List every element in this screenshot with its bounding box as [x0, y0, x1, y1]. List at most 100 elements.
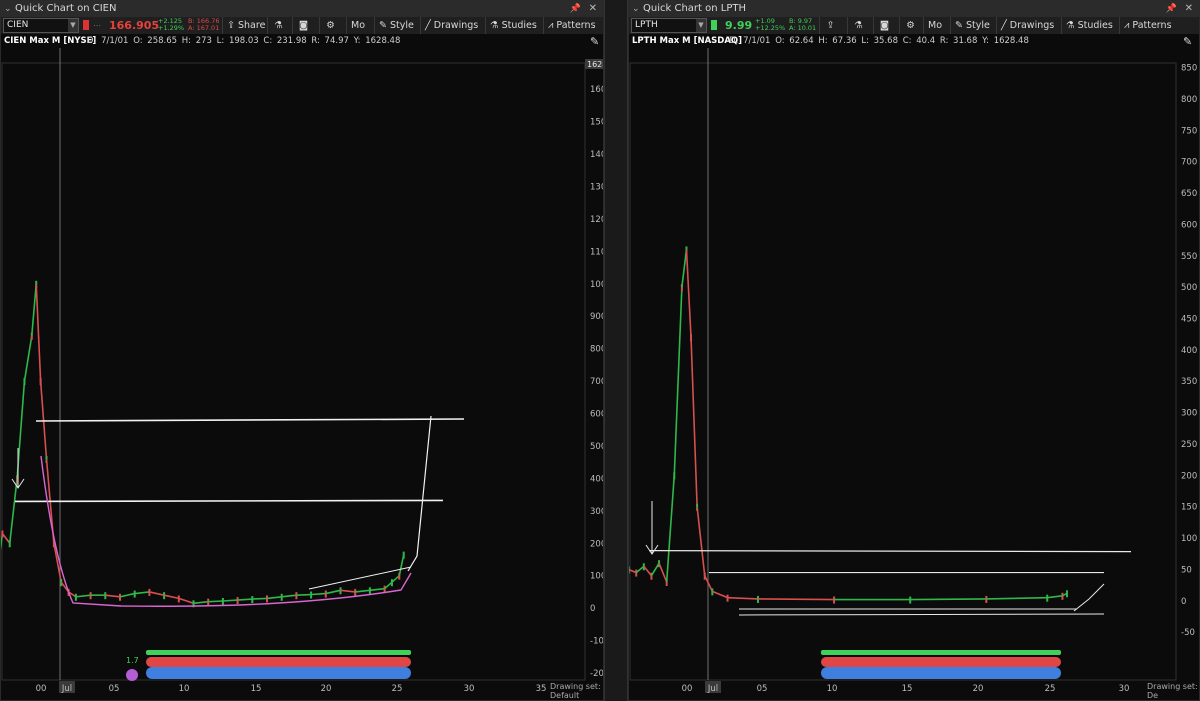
x-tick-label: 15 [902, 684, 913, 694]
plot-area [1, 62, 586, 681]
price-segment [391, 575, 400, 583]
price-bar [635, 569, 638, 577]
price-segment [384, 581, 393, 590]
resistance-line [35, 418, 465, 422]
y-tick-label: 100 [1181, 534, 1197, 544]
projection-line [407, 415, 432, 572]
price-segment [193, 600, 209, 605]
events-bar-blue [146, 667, 411, 679]
y-tick-label: 0 [1181, 597, 1186, 607]
price-segment [1047, 594, 1063, 599]
y-tick-label: 500 [590, 442, 604, 452]
price-segment [237, 598, 253, 601]
price-segment [119, 592, 135, 598]
price-segment [704, 575, 714, 592]
y-tick-label: 1000 [590, 280, 604, 290]
price-segment [296, 593, 312, 596]
y-tick-label: 150 [1181, 503, 1197, 513]
price-segment [35, 283, 42, 382]
y-tick-label: 200 [590, 539, 604, 549]
x-tick-label: Jul [61, 684, 72, 694]
y-tick-label: -50 [1181, 628, 1195, 638]
x-tick-label: 20 [321, 684, 332, 694]
y-tick-label: 250 [1181, 440, 1197, 450]
y-tick-label: 1200 [590, 215, 604, 225]
price-segment [1, 533, 11, 544]
y-tick-label: 700 [590, 377, 604, 387]
price-segment [712, 590, 728, 599]
price-bar [1066, 590, 1069, 598]
price-segment [325, 589, 341, 595]
marker-label: 1.7 [126, 656, 139, 665]
price-segment [8, 478, 18, 544]
y-tick-label: 750 [1181, 126, 1197, 136]
price-segment [986, 596, 1048, 600]
price-bar [402, 551, 405, 559]
price-segment [149, 591, 165, 596]
y-tick-label: 300 [1181, 409, 1197, 419]
x-tick-label: 00 [36, 684, 47, 694]
price-segment [643, 565, 653, 577]
price-segment [105, 594, 121, 598]
y-tick-label: 450 [1181, 314, 1197, 324]
y-tick-label: 350 [1181, 377, 1197, 387]
x-tick-label: 05 [109, 684, 120, 694]
y-tick-label: 1600 [590, 85, 604, 95]
curve-line [40, 455, 412, 607]
panel-divider[interactable] [604, 0, 628, 701]
y-tick-label: 0 [590, 604, 595, 614]
price-segment [31, 283, 38, 336]
support-line [14, 499, 444, 503]
y-tick-label: 900 [590, 312, 604, 322]
y-tick-label: 50 [1181, 565, 1192, 575]
x-tick-label: 05 [757, 684, 768, 694]
price-chart[interactable]: 1600150014001300120011001000900800700600… [1, 1, 604, 701]
x-tick-label: 10 [179, 684, 190, 694]
resistance-line [648, 550, 1132, 553]
split-marker-icon [126, 669, 138, 681]
y-tick-label: 600 [590, 410, 604, 420]
events-bar-blue [821, 667, 1061, 679]
y-tick-label: 700 [1181, 158, 1197, 168]
price-chart[interactable]: 8508007507006506005505004504003503002502… [629, 1, 1200, 701]
price-segment [690, 337, 698, 507]
x-tick-label: 15 [251, 684, 262, 694]
x-tick-label: 30 [1119, 684, 1130, 694]
events-bar-green [146, 650, 411, 655]
y-tick-label: -200 [590, 669, 604, 679]
price-segment [178, 597, 194, 605]
price-segment [134, 591, 150, 595]
y-tick-label: 400 [590, 474, 604, 484]
y-tick-label: 800 [1181, 95, 1197, 105]
y-tick-label: 650 [1181, 189, 1197, 199]
price-segment [696, 506, 706, 576]
x-tick-label: 10 [827, 684, 838, 694]
x-tick-label: 25 [1045, 684, 1056, 694]
price-segment [252, 597, 268, 600]
y-tick-label: 100 [590, 572, 604, 582]
y-tick-label: -100 [590, 637, 604, 647]
base-line [738, 613, 1105, 616]
price-segment [355, 589, 370, 593]
price-bar [390, 579, 393, 587]
price-segment [39, 381, 48, 460]
price-segment [222, 599, 238, 602]
price-segment [673, 287, 683, 476]
price-segment [208, 600, 223, 603]
price-segment [75, 594, 91, 598]
y-tick-label: 800 [590, 345, 604, 355]
drawing-tool-icon: ✎ [590, 35, 599, 48]
price-segment [281, 594, 297, 598]
y-tick-label: 400 [1181, 346, 1197, 356]
y-tick-label: 1100 [590, 247, 604, 257]
events-bar-red [821, 657, 1061, 667]
events-bar-red [146, 657, 411, 667]
events-bar-green [821, 650, 1061, 655]
price-segment [681, 249, 688, 288]
y-badge-label: 1628.48 [587, 60, 604, 69]
price-segment [685, 249, 692, 338]
y-tick-label: 300 [590, 507, 604, 517]
price-segment [369, 587, 385, 592]
price-segment [23, 335, 33, 382]
price-segment [635, 565, 645, 574]
